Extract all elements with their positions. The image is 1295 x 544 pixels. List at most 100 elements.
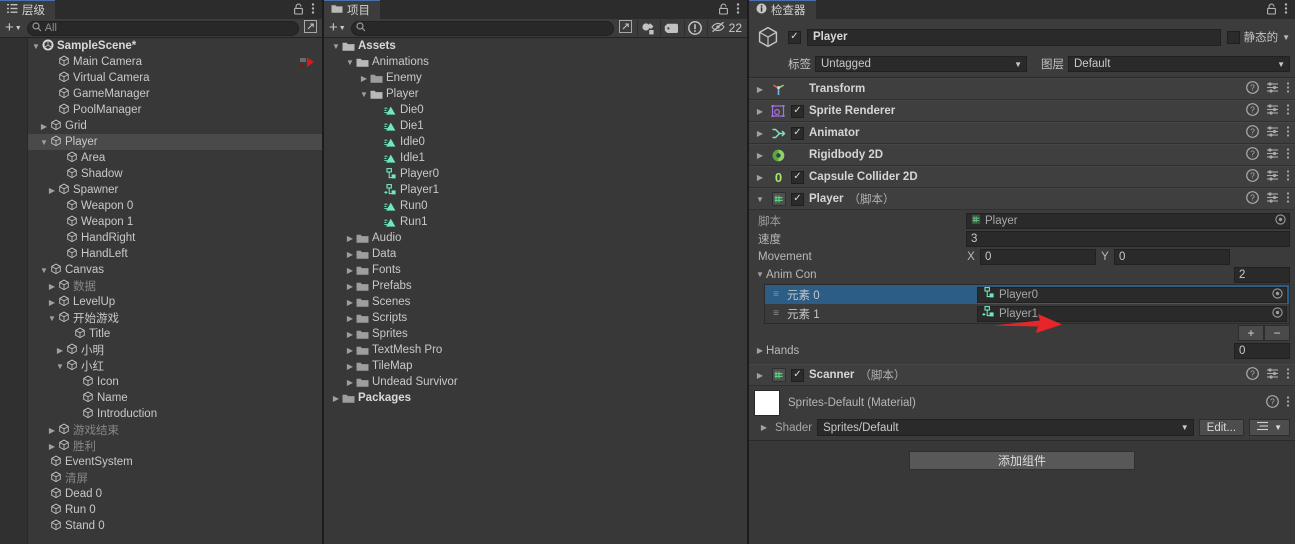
foldout-collapsed-icon[interactable]: ▶: [46, 186, 58, 195]
kebab-menu-icon[interactable]: [1286, 147, 1290, 163]
shader-edit-button[interactable]: Edit...: [1198, 419, 1245, 436]
foldout-collapsed-icon[interactable]: ▶: [344, 266, 356, 275]
array-remove-button[interactable]: −: [1264, 325, 1290, 341]
search-by-type-icon[interactable]: [636, 20, 658, 36]
object-picker-icon[interactable]: [1272, 306, 1283, 321]
project-search-expand-button[interactable]: [616, 20, 635, 36]
hierarchy-item-Dead 0[interactable]: · Dead 0: [28, 486, 322, 502]
foldout-collapsed-icon[interactable]: ▶: [754, 85, 766, 94]
component-enabled-checkbox[interactable]: ✓: [791, 126, 804, 140]
foldout-collapsed-icon[interactable]: ▶: [754, 129, 766, 138]
project-item-Sprites[interactable]: ▶ Sprites: [324, 326, 747, 342]
project-tree[interactable]: ▼Assets▼Animations▶Enemy▼Player·Die0·Die…: [324, 38, 747, 544]
foldout-collapsed-icon[interactable]: ▶: [344, 250, 356, 259]
movement-x-input[interactable]: 0: [980, 249, 1096, 265]
search-by-label-icon[interactable]: [659, 20, 682, 36]
preset-icon[interactable]: [1266, 147, 1279, 163]
tab-inspector[interactable]: 检查器: [749, 0, 816, 19]
hierarchy-item-Name[interactable]: · Name: [28, 390, 322, 406]
foldout-expanded-icon[interactable]: ▼: [46, 314, 58, 323]
component-header-rigidbody-2d[interactable]: ▶ Rigidbody 2D?: [749, 144, 1295, 166]
preset-icon[interactable]: [1266, 103, 1279, 119]
component-header-scanner-script[interactable]: ▶ ✓ Scanner （脚本） ?: [749, 364, 1295, 386]
project-item-Player0[interactable]: · Player0: [324, 166, 747, 182]
project-item-Packages[interactable]: ▶ Packages: [324, 390, 747, 406]
foldout-expanded-icon[interactable]: ▼: [330, 42, 342, 51]
project-item-Run1[interactable]: · Run1: [324, 214, 747, 230]
hierarchy-item-Area[interactable]: · Area: [28, 150, 322, 166]
add-component-button[interactable]: 添加组件: [909, 451, 1135, 470]
hierarchy-item-Shadow[interactable]: · Shadow: [28, 166, 322, 182]
project-item-Run0[interactable]: · Run0: [324, 198, 747, 214]
anim-con-size-input[interactable]: 2: [1234, 266, 1290, 283]
foldout-expanded-icon[interactable]: ▼: [38, 266, 50, 275]
hierarchy-search-expand-button[interactable]: [301, 20, 320, 36]
kebab-menu-icon[interactable]: [1286, 169, 1290, 185]
hierarchy-item-Canvas[interactable]: ▼ Canvas: [28, 262, 322, 278]
project-item-Data[interactable]: ▶ Data: [324, 246, 747, 262]
hierarchy-item-Introduction[interactable]: · Introduction: [28, 406, 322, 422]
hierarchy-item-Weapon 0[interactable]: · Weapon 0: [28, 198, 322, 214]
component-enabled-checkbox[interactable]: ✓: [791, 170, 804, 184]
foldout-collapsed-icon[interactable]: ▶: [344, 378, 356, 387]
hierarchy-item-SampleScene*[interactable]: ▼ SampleScene*: [28, 38, 322, 54]
shader-preset-button[interactable]: ▼: [1249, 419, 1290, 436]
shader-dropdown[interactable]: Sprites/Default ▼: [817, 419, 1194, 436]
hierarchy-item-小红[interactable]: ▼ 小红: [28, 358, 322, 374]
hierarchy-item-Stand 0[interactable]: · Stand 0: [28, 518, 322, 534]
project-item-Animations[interactable]: ▼ Animations: [324, 54, 747, 70]
kebab-menu-icon[interactable]: [736, 2, 740, 17]
chevron-down-icon[interactable]: ▼: [1282, 33, 1290, 42]
kebab-menu-icon[interactable]: [1284, 2, 1288, 17]
hierarchy-item-HandLeft[interactable]: · HandLeft: [28, 246, 322, 262]
drag-handle-icon[interactable]: ≡: [765, 308, 787, 319]
foldout-collapsed-icon[interactable]: ▶: [344, 330, 356, 339]
foldout-collapsed-icon[interactable]: ▶: [344, 298, 356, 307]
foldout-collapsed-icon[interactable]: ▶: [38, 122, 50, 131]
help-icon[interactable]: ?: [1246, 103, 1259, 119]
help-icon[interactable]: ?: [1246, 147, 1259, 163]
hierarchy-item-HandRight[interactable]: · HandRight: [28, 230, 322, 246]
anim-con-element-object-field[interactable]: Player0: [977, 286, 1287, 303]
component-header-sprite-renderer[interactable]: ▶ ✓ Sprite Renderer?: [749, 100, 1295, 122]
hierarchy-item-Title[interactable]: · Title: [28, 326, 322, 342]
foldout-expanded-icon[interactable]: ▼: [754, 195, 766, 204]
hierarchy-item-游戏结束[interactable]: ▶ 游戏结束: [28, 422, 322, 438]
hierarchy-tree[interactable]: ▼ SampleScene* · Main Camera · Virtual Camera…: [28, 38, 322, 544]
hands-size-input[interactable]: 0: [1234, 342, 1290, 359]
kebab-menu-icon[interactable]: [311, 2, 315, 17]
component-header-animator[interactable]: ▶ ✓ Animator?: [749, 122, 1295, 144]
hierarchy-item-EventSystem[interactable]: · EventSystem: [28, 454, 322, 470]
lock-icon[interactable]: [718, 3, 729, 17]
foldout-expanded-icon[interactable]: ▼: [344, 58, 356, 67]
speed-input[interactable]: 3: [966, 231, 1290, 247]
hidden-assets-toggle[interactable]: 22: [706, 20, 745, 36]
hierarchy-search-input[interactable]: All: [26, 20, 299, 36]
foldout-collapsed-icon[interactable]: ▶: [358, 74, 370, 83]
hierarchy-item-Icon[interactable]: · Icon: [28, 374, 322, 390]
tag-dropdown[interactable]: Untagged ▼: [815, 56, 1027, 72]
object-picker-icon[interactable]: [1272, 287, 1283, 302]
project-item-Die0[interactable]: · Die0: [324, 102, 747, 118]
object-picker-icon[interactable]: [1275, 214, 1286, 228]
foldout-expanded-icon[interactable]: ▼: [38, 138, 50, 147]
preset-icon[interactable]: [1266, 169, 1279, 185]
project-item-Assets[interactable]: ▼ Assets: [324, 38, 747, 54]
foldout-collapsed-icon[interactable]: ▶: [344, 234, 356, 243]
hierarchy-add-button[interactable]: + ▼: [2, 20, 25, 36]
static-checkbox[interactable]: [1226, 30, 1240, 44]
movement-y-input[interactable]: 0: [1114, 249, 1230, 265]
foldout-expanded-icon[interactable]: ▼: [754, 270, 766, 279]
project-item-TextMesh Pro[interactable]: ▶ TextMesh Pro: [324, 342, 747, 358]
project-search-input[interactable]: [350, 20, 614, 36]
foldout-collapsed-icon[interactable]: ▶: [46, 442, 58, 451]
project-item-TileMap[interactable]: ▶ TileMap: [324, 358, 747, 374]
object-enabled-checkbox[interactable]: ✓: [788, 30, 801, 44]
component-enabled-checkbox[interactable]: ✓: [791, 368, 804, 382]
preset-icon[interactable]: [1266, 367, 1279, 383]
drag-handle-icon[interactable]: ≡: [765, 289, 787, 300]
kebab-menu-icon[interactable]: [1286, 395, 1290, 411]
warning-icon[interactable]: [683, 20, 705, 36]
foldout-collapsed-icon[interactable]: ▶: [330, 394, 342, 403]
project-item-Audio[interactable]: ▶ Audio: [324, 230, 747, 246]
